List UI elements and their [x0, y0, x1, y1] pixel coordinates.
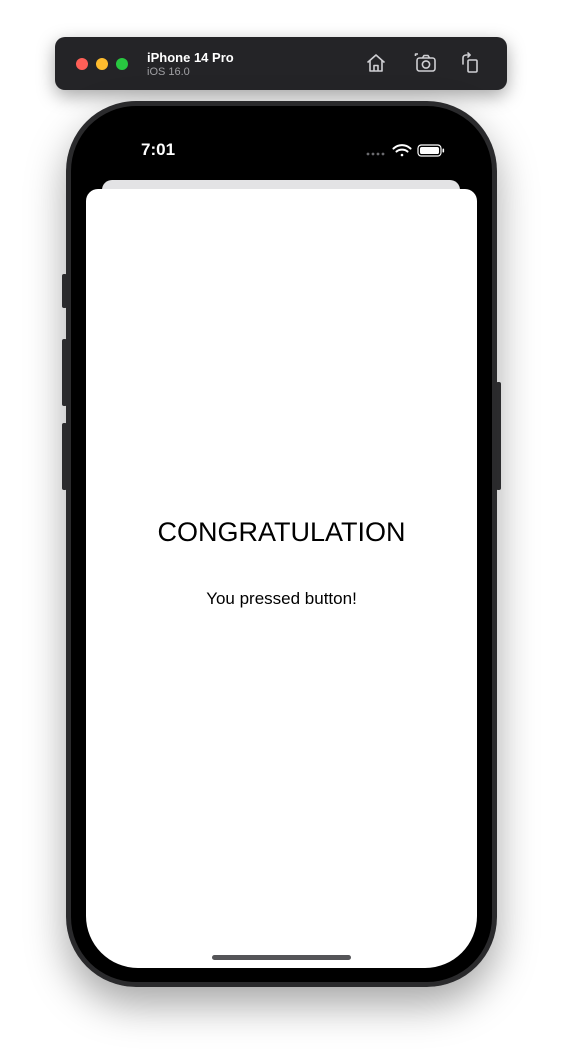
page-title: CONGRATULATION [157, 517, 406, 547]
rotate-icon[interactable] [458, 51, 482, 75]
message-text: You pressed button! [206, 589, 357, 608]
minimize-window-button[interactable] [96, 58, 108, 70]
close-window-button[interactable] [76, 58, 88, 70]
signal-dots-icon [366, 152, 385, 156]
os-version: iOS 16.0 [147, 66, 190, 78]
modal-sheet: CONGRATULATION You pressed button! [86, 189, 477, 968]
wifi-icon [392, 144, 412, 157]
home-icon[interactable] [364, 51, 388, 75]
status-icons-svg [366, 144, 445, 157]
home-indicator[interactable] [212, 955, 351, 960]
simulator-title-bar: iPhone 14 Pro iOS 16.0 [55, 37, 507, 90]
screenshot-icon[interactable] [414, 51, 438, 75]
status-icons [366, 142, 446, 160]
status-time: 7:01 [141, 140, 176, 159]
battery-icon [417, 144, 445, 157]
zoom-window-button[interactable] [116, 58, 128, 70]
device-name: iPhone 14 Pro [147, 50, 234, 65]
